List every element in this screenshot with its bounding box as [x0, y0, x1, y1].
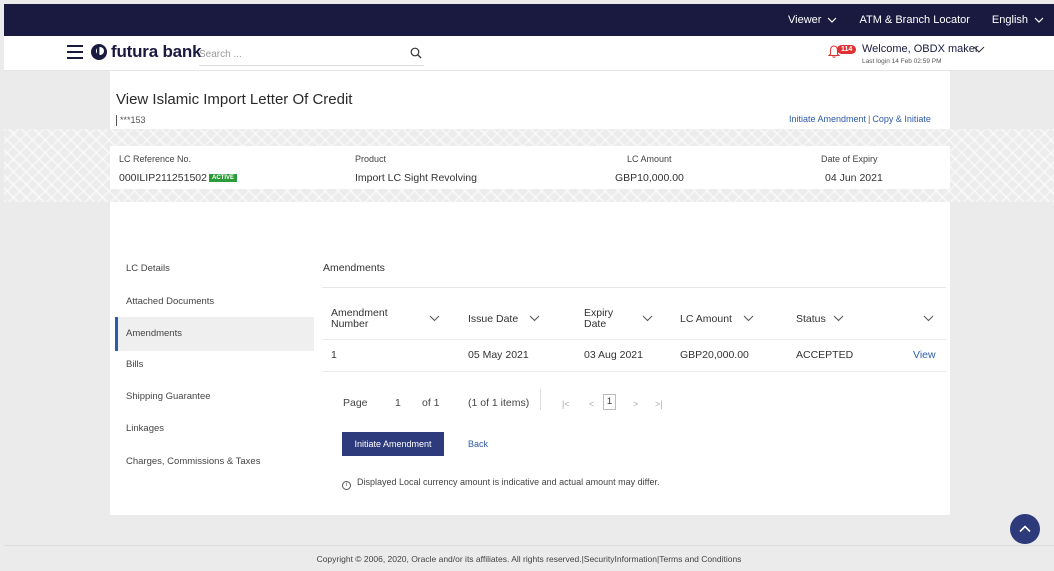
- chevron-down-icon[interactable]: [923, 315, 934, 322]
- nav-item-attached-documents[interactable]: Attached Documents: [115, 296, 314, 307]
- cell-expiry-date: 03 Aug 2021: [584, 349, 643, 361]
- view-link[interactable]: View: [913, 349, 936, 361]
- column-header-status[interactable]: Status: [796, 314, 826, 325]
- chevron-down-icon[interactable]: [833, 315, 844, 322]
- last-page-icon[interactable]: >|: [655, 399, 663, 409]
- chevron-up-icon: [1019, 525, 1031, 533]
- logo[interactable]: futura bank: [89, 42, 202, 62]
- chevron-down-icon: [1034, 17, 1044, 23]
- pagination-divider: [540, 389, 541, 410]
- lc-summary: [110, 146, 950, 189]
- expiry-label: Date of Expiry: [821, 154, 878, 164]
- first-page-icon[interactable]: |<: [562, 399, 570, 409]
- hamburger-menu-icon[interactable]: [67, 45, 83, 59]
- search-icon[interactable]: [410, 47, 422, 59]
- lc-amount-value: GBP10,000.00: [615, 172, 684, 184]
- disclaimer-note: i Displayed Local currency amount is indi…: [342, 477, 660, 490]
- title-actions: Initiate Amendment | Copy & Initiate: [789, 114, 931, 124]
- nav-item-charges[interactable]: Charges, Commissions & Taxes: [115, 456, 314, 467]
- previous-page-icon[interactable]: <: [589, 399, 594, 409]
- welcome-text[interactable]: Welcome, OBDX maker: [862, 43, 979, 55]
- nav-item-amendments[interactable]: Amendments: [115, 317, 314, 351]
- column-header-expiry-date[interactable]: Expiry Date: [584, 308, 613, 330]
- chevron-down-icon: [828, 17, 837, 23]
- header: futura bank 114 Welcome, OBDX maker Last…: [4, 36, 1054, 71]
- page-title: View Islamic Import Letter Of Credit: [116, 91, 353, 108]
- product-value: Import LC Sight Revolving: [355, 172, 477, 184]
- scroll-to-top-button[interactable]: [1010, 514, 1040, 544]
- lc-reference-label: LC Reference No.: [119, 154, 192, 164]
- search-input[interactable]: [199, 44, 379, 65]
- copy-initiate-link[interactable]: Copy & Initiate: [872, 114, 931, 124]
- initiate-amendment-link[interactable]: Initiate Amendment: [789, 114, 866, 124]
- table-row: 1 05 May 2021 03 Aug 2021 GBP20,000.00 A…: [322, 339, 946, 372]
- page-label: Page: [343, 397, 368, 409]
- nav-item-bills[interactable]: Bills: [115, 359, 314, 370]
- nav-item-shipping-guarantee[interactable]: Shipping Guarantee: [115, 391, 314, 402]
- last-login-text: Last login 14 Feb 02:59 PM: [862, 58, 942, 65]
- language-label: English: [991, 14, 1028, 26]
- column-header-lc-amount[interactable]: LC Amount: [680, 314, 732, 325]
- disclaimer-text: Displayed Local currency amount is indic…: [357, 477, 660, 487]
- items-count-label: (1 of 1 items): [468, 397, 530, 409]
- column-header-issue-date[interactable]: Issue Date: [468, 314, 518, 325]
- account-number: ***153: [116, 115, 146, 126]
- language-menu[interactable]: English: [992, 14, 1044, 26]
- section-title: Amendments: [323, 262, 385, 274]
- cell-issue-date: 05 May 2021: [468, 349, 529, 361]
- chevron-down-icon[interactable]: [973, 46, 985, 53]
- chevron-down-icon[interactable]: [642, 315, 653, 322]
- top-bar: Viewer ATM & Branch Locator English: [4, 4, 1054, 36]
- nav-item-lc-details[interactable]: LC Details: [115, 263, 314, 274]
- footer: Copyright © 2006, 2020, Oracle and/or it…: [4, 545, 1054, 571]
- column-header-amendment-number[interactable]: Amendment Number: [331, 308, 388, 330]
- product-label: Product: [355, 154, 387, 164]
- cell-amendment-number: 1: [331, 349, 337, 361]
- lc-reference-value: 000ILIP211251502: [119, 172, 207, 184]
- table-header: Amendment Number Issue Date Expiry Date LC…: [322, 287, 946, 339]
- cell-status: ACCEPTED: [796, 349, 854, 361]
- next-page-icon[interactable]: >: [633, 399, 638, 409]
- page-of-label: of 1: [422, 397, 440, 409]
- status-badge: ACTIVE: [209, 174, 238, 182]
- search-box: [199, 44, 424, 66]
- info-icon: i: [342, 481, 351, 490]
- viewer-menu[interactable]: Viewer: [788, 14, 837, 26]
- logo-text: futura bank: [111, 42, 202, 61]
- viewer-label: Viewer: [788, 14, 822, 26]
- cell-lc-amount: GBP20,000.00: [680, 349, 749, 361]
- futura-logo-icon: [89, 42, 109, 62]
- expiry-value: 04 Jun 2021: [825, 172, 883, 184]
- atm-branch-locator-link[interactable]: ATM & Branch Locator: [859, 14, 969, 26]
- chevron-down-icon[interactable]: [529, 315, 540, 322]
- chevron-down-icon[interactable]: [429, 315, 440, 322]
- back-link[interactable]: Back: [468, 439, 488, 449]
- page-number-input[interactable]: 1: [395, 397, 401, 409]
- initiate-amendment-button[interactable]: Initiate Amendment: [342, 432, 444, 456]
- lc-amount-label: LC Amount: [627, 154, 672, 164]
- atm-locator-label: ATM & Branch Locator: [859, 14, 970, 26]
- current-page-button[interactable]: 1: [603, 394, 616, 410]
- chevron-down-icon[interactable]: [743, 315, 754, 322]
- notification-badge[interactable]: 114: [837, 45, 857, 54]
- nav-item-linkages[interactable]: Linkages: [115, 423, 314, 434]
